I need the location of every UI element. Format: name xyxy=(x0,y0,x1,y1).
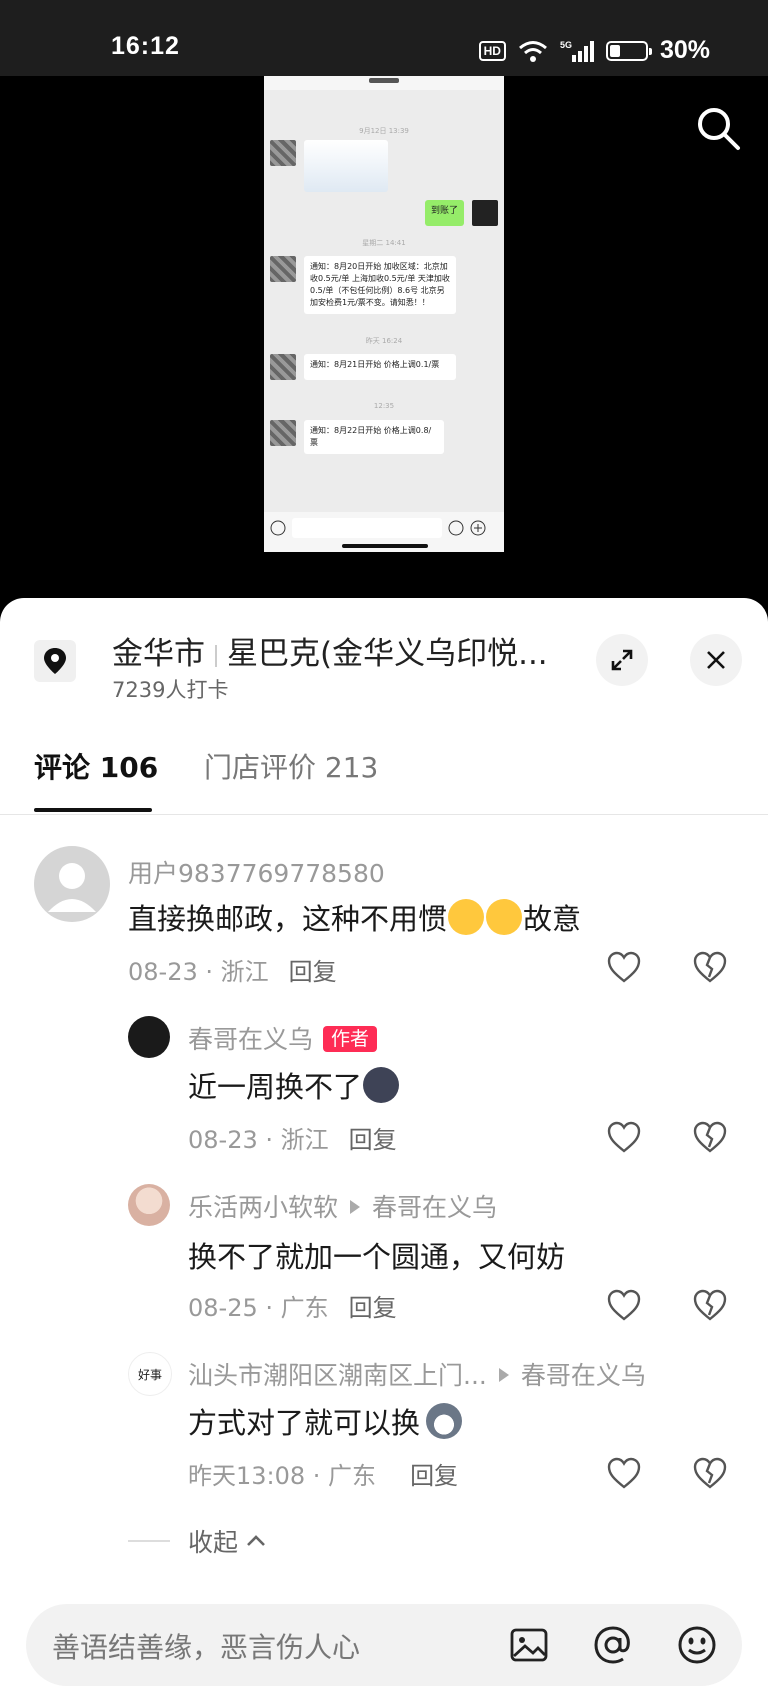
like-icon[interactable] xyxy=(606,1456,642,1490)
dislike-icon[interactable] xyxy=(692,950,728,984)
reply-button[interactable]: 回复 xyxy=(289,958,337,986)
status-icons: HD 5G 30% xyxy=(478,36,710,65)
dark-face-emoji-icon xyxy=(363,1067,400,1103)
avatar[interactable] xyxy=(128,1016,170,1058)
location-pin-icon xyxy=(34,640,76,682)
dislike-icon[interactable] xyxy=(692,1120,728,1154)
voice-icon xyxy=(270,520,286,536)
chat-avatar xyxy=(270,354,296,380)
emoji-icon[interactable] xyxy=(676,1624,718,1666)
comment-meta: 昨天13:08 · 广东 回复 xyxy=(188,1462,459,1490)
battery-percent: 30% xyxy=(659,36,710,64)
tab-bar: 评论 106 门店评价 213 xyxy=(0,690,768,815)
like-icon[interactable] xyxy=(606,1120,642,1154)
location-place: 星巴克(金华义乌印悦... xyxy=(227,636,548,672)
video-player[interactable]: 9月12日 13:39 到账了 星期二 14:41 通知：8月20日开始 加收区… xyxy=(0,76,768,600)
comment-username[interactable]: 春哥在义乌 作者 xyxy=(188,1020,378,1056)
chat-avatar xyxy=(270,140,296,166)
comment-username[interactable]: 汕头市潮阳区潮南区上门... 春哥在义乌 xyxy=(188,1356,646,1392)
laugh-cry-emoji-icon xyxy=(486,899,523,935)
chat-bubble-sent: 到账了 xyxy=(424,200,464,226)
comment-text: 近一周换不了 xyxy=(188,1064,400,1106)
search-icon[interactable] xyxy=(694,104,742,152)
blurred-card xyxy=(304,140,388,192)
comment-username[interactable]: 用户9837769778580 xyxy=(128,854,385,890)
image-icon[interactable] xyxy=(508,1624,550,1666)
chat-timestamp: 星期二 14:41 xyxy=(362,239,406,247)
signal-icon: 5G xyxy=(560,40,594,62)
avatar[interactable] xyxy=(128,1184,170,1226)
chevron-up-icon xyxy=(247,1535,265,1546)
tab-store-reviews[interactable]: 门店评价 213 xyxy=(204,746,378,786)
close-icon xyxy=(707,651,725,669)
plus-icon xyxy=(470,520,486,536)
tab-comments[interactable]: 评论 106 xyxy=(34,746,158,786)
chat-bubble: 通知：8月21日开始 价格上调0.1/票 xyxy=(304,354,456,380)
laugh-cry-emoji-icon xyxy=(448,899,485,935)
title-divider xyxy=(215,644,217,667)
expand-icon xyxy=(611,649,633,671)
like-icon[interactable] xyxy=(606,1288,642,1322)
comment-meta: 08-23 · 浙江 回复 xyxy=(128,958,337,986)
like-icon[interactable] xyxy=(606,950,642,984)
chat-bubble: 通知：8月20日开始 加收区域：北京加收0.5元/单 上海加收0.5元/单 天津… xyxy=(304,256,456,314)
comment-text: 换不了就加一个圆通，又何妨 xyxy=(188,1240,566,1274)
network-label: 5G xyxy=(560,40,572,50)
battery-icon xyxy=(605,40,652,61)
chat-screenshot: 9月12日 13:39 到账了 星期二 14:41 通知：8月20日开始 加收区… xyxy=(264,76,504,552)
chat-timestamp: 12:35 xyxy=(373,402,395,410)
reply-button[interactable]: 回复 xyxy=(349,1126,397,1154)
avatar[interactable]: 好事 xyxy=(128,1352,172,1396)
comment-text: 直接换邮政，这种不用惯 故意 xyxy=(128,896,581,938)
chat-timestamp: 9月12日 13:39 xyxy=(359,127,409,135)
tab-indicator xyxy=(34,808,152,812)
chat-avatar xyxy=(270,256,296,282)
husky-emoji-icon xyxy=(426,1403,463,1439)
comment-meta: 08-23 · 浙江 回复 xyxy=(188,1126,397,1154)
comment-input[interactable]: 善语结善缘，恶言伤人心 xyxy=(52,1626,360,1666)
collapse-replies-button[interactable]: 收起 xyxy=(128,1523,268,1559)
comment-sheet: 金华市 星巴克(金华义乌印悦... 7239人打卡 评论 106 门店评价 213… xyxy=(0,598,768,1707)
comment-input-bar[interactable]: 善语结善缘，恶言伤人心 xyxy=(26,1604,742,1686)
chat-avatar xyxy=(270,420,296,446)
status-time: 16:12 xyxy=(111,32,180,60)
chat-avatar xyxy=(472,200,498,226)
chat-timestamp: 昨天 16:24 xyxy=(365,337,403,345)
emoji-icon xyxy=(448,520,464,536)
dislike-icon[interactable] xyxy=(692,1288,728,1322)
avatar[interactable] xyxy=(34,846,110,922)
wifi-icon xyxy=(518,40,547,62)
comment-text: 方式对了就可以换 xyxy=(188,1400,463,1442)
reply-button[interactable]: 回复 xyxy=(349,1294,397,1322)
hd-icon: HD xyxy=(478,40,506,61)
close-button[interactable] xyxy=(690,634,742,686)
chat-bubble: 通知：8月22日开始 价格上调0.8/票 xyxy=(304,420,444,454)
location-city: 金华市 xyxy=(112,636,205,672)
reply-button[interactable]: 回复 xyxy=(410,1462,458,1490)
comment-meta: 08-25 · 广东 回复 xyxy=(188,1294,397,1322)
comment-username[interactable]: 乐活两小软软 春哥在义乌 xyxy=(188,1188,497,1224)
reply-arrow-icon xyxy=(498,1368,509,1382)
expand-button[interactable] xyxy=(596,634,648,686)
author-badge: 作者 xyxy=(323,1026,378,1052)
divider xyxy=(128,1540,170,1542)
dislike-icon[interactable] xyxy=(692,1456,728,1490)
location-title[interactable]: 金华市 星巴克(金华义乌印悦... xyxy=(112,628,552,673)
mention-icon[interactable] xyxy=(592,1624,634,1666)
reply-arrow-icon xyxy=(350,1200,361,1214)
status-bar: 16:12 HD 5G 30% xyxy=(0,0,768,76)
